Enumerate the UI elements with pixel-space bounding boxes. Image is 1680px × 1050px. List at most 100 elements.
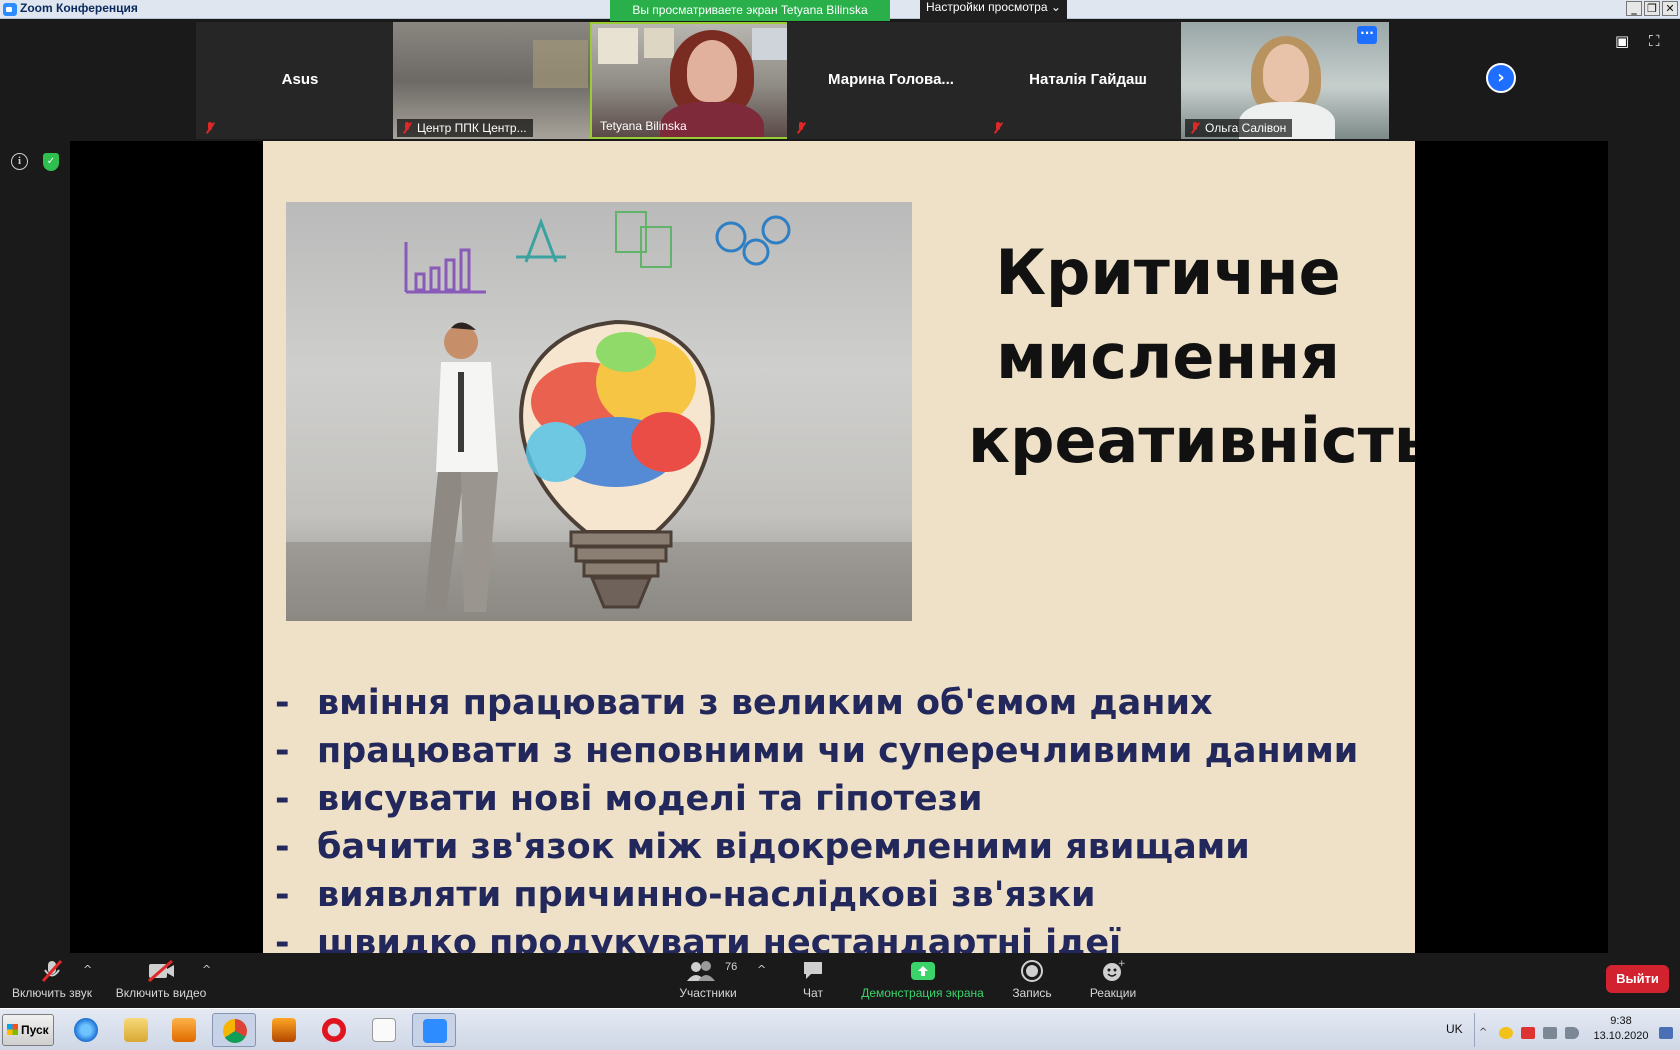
next-page-arrow-icon[interactable]: ›: [1486, 63, 1516, 93]
tray-flag-icon[interactable]: [1521, 1027, 1535, 1039]
tray-app-icon[interactable]: [1499, 1027, 1513, 1039]
language-indicator[interactable]: UK: [1446, 1022, 1463, 1036]
slide-title: Критичне мислення креативність: [968, 231, 1415, 483]
unmute-label: Включить звук: [11, 986, 93, 1000]
participant-label: Tetyana Bilinska: [600, 119, 687, 133]
participant-label: Ольга Салівон: [1185, 119, 1293, 137]
meeting-info-icon[interactable]: i: [11, 153, 28, 170]
participant-tile[interactable]: Центр ППК Центр...: [393, 22, 601, 139]
share-screen-label: Демонстрация экрана: [861, 986, 984, 1000]
record-label: Запись: [1012, 986, 1052, 1000]
participant-tile[interactable]: Марина Голова...: [787, 22, 995, 139]
media-player-icon: [172, 1018, 196, 1042]
view-options-dropdown[interactable]: Настройки просмотра ⌄: [920, 0, 1067, 21]
participant-name: Марина Голова...: [828, 71, 954, 88]
certificate-image: [644, 28, 674, 58]
gallery-layout-icon[interactable]: ▣: [1615, 32, 1629, 50]
bullet-dash: -: [275, 731, 290, 771]
participant-label-text: Ольга Салівон: [1205, 121, 1287, 135]
chat-bubble-icon: [788, 959, 838, 983]
clock-time: 9:38: [1610, 1015, 1632, 1027]
shared-screen: Критичне мислення креативність - вміння п…: [70, 141, 1608, 953]
slide-title-line: креативність: [968, 404, 1415, 477]
folder-icon: [124, 1018, 148, 1042]
zoom-logo-icon: [3, 3, 17, 16]
participant-label: [791, 119, 817, 137]
participant-tile[interactable]: Наталія Гайдаш: [984, 22, 1192, 139]
taskbar-app-orange[interactable]: [262, 1013, 306, 1047]
bullet-dash: -: [275, 683, 290, 723]
participants-label: Участники: [679, 986, 737, 1000]
share-screen-button[interactable]: Демонстрация экрана: [855, 959, 990, 1000]
taskbar-media-player[interactable]: [162, 1013, 206, 1047]
slide-title-line: мислення: [996, 320, 1340, 393]
share-screen-icon: [855, 959, 990, 983]
minimize-button[interactable]: _: [1626, 1, 1642, 16]
leave-meeting-button[interactable]: Выйти: [1606, 965, 1669, 993]
certificate-image: [752, 28, 788, 60]
taskbar-file-explorer[interactable]: [114, 1013, 158, 1047]
taskbar-opera[interactable]: [312, 1013, 356, 1047]
certificate-image: [598, 28, 638, 64]
mic-muted-icon: [402, 122, 412, 134]
taskbar-chrome[interactable]: [212, 1013, 256, 1047]
mic-muted-icon: [1190, 122, 1200, 134]
audio-options-caret-icon[interactable]: ^: [83, 963, 92, 976]
participants-caret-icon[interactable]: ^: [757, 963, 766, 976]
reactions-label: Реакции: [1089, 986, 1137, 1000]
taskbar-internet-explorer[interactable]: [64, 1013, 108, 1047]
more-options-button[interactable]: ···: [1357, 26, 1377, 44]
participants-count: 76: [725, 961, 738, 973]
bullet-dash: -: [275, 827, 290, 867]
mic-muted-icon: [205, 122, 215, 134]
participant-tile[interactable]: ··· Ольга Салівон: [1181, 22, 1389, 139]
tray-expand-icon[interactable]: ^: [1479, 1027, 1487, 1039]
participant-tile[interactable]: Asus: [196, 22, 404, 139]
bullet-dash: -: [275, 923, 290, 953]
participant-label-text: Центр ППК Центр...: [417, 121, 527, 135]
lightbulb-illustration: [286, 211, 912, 621]
tray-show-desktop-icon[interactable]: [1659, 1027, 1673, 1039]
meeting-toolbar: Включить звук ^ Включить видео ^ Участни…: [0, 953, 1680, 1008]
tray-volume-icon[interactable]: [1565, 1027, 1579, 1039]
slide-bullet: - висувати нові моделі та гіпотези: [275, 775, 1358, 823]
wall-frame-image: [533, 40, 588, 88]
clock-date: 13.10.2020: [1593, 1030, 1649, 1042]
presentation-slide: Критичне мислення креативність - вміння п…: [263, 141, 1415, 953]
tray-network-icon[interactable]: [1543, 1027, 1557, 1039]
system-clock[interactable]: 9:38 13.10.2020: [1585, 1014, 1657, 1044]
start-video-label: Включить видео: [115, 986, 207, 1000]
bullet-text: вміння працювати з великим об'ємом даних: [317, 683, 1213, 723]
internet-explorer-icon: [74, 1018, 98, 1042]
taskbar-zoom[interactable]: [412, 1013, 456, 1047]
video-off-icon: [113, 959, 209, 983]
record-button[interactable]: Запись: [1006, 959, 1058, 1000]
svg-text:+: +: [1118, 959, 1126, 969]
participant-name: Наталія Гайдаш: [1029, 71, 1147, 88]
participant-name: Asus: [281, 71, 319, 88]
participant-tile-active-speaker[interactable]: Tetyana Bilinska: [590, 22, 798, 139]
bullet-dash: -: [275, 875, 290, 915]
zoom-icon: [423, 1019, 447, 1043]
bullet-text: висувати нові моделі та гіпотези: [317, 779, 983, 819]
mic-muted-icon: [796, 122, 806, 134]
encryption-shield-icon[interactable]: ✓: [43, 153, 59, 171]
taskbar-document[interactable]: [362, 1013, 406, 1047]
video-options-caret-icon[interactable]: ^: [202, 963, 211, 976]
chat-button[interactable]: Чат: [788, 959, 838, 1000]
app-icon: [272, 1018, 296, 1042]
start-video-button[interactable]: Включить видео: [113, 959, 209, 1000]
close-button[interactable]: ✕: [1662, 1, 1678, 16]
maximize-button[interactable]: ❐: [1644, 1, 1660, 16]
os-taskbar: Пуск UK ^ 9:38 13.10.2020: [0, 1008, 1680, 1050]
participant-label: [200, 119, 226, 137]
fullscreen-icon[interactable]: ⛶: [1649, 32, 1660, 50]
reactions-button[interactable]: + Реакции: [1083, 959, 1143, 1000]
bullet-text: працювати з неповними чи суперечливими д…: [317, 731, 1359, 771]
window-title: Zoom Конференция: [20, 1, 138, 15]
participant-label: Центр ППК Центр...: [397, 119, 533, 137]
slide-bullet: - бачити зв'язок між відокремленими явища…: [275, 823, 1358, 871]
start-button[interactable]: Пуск: [2, 1014, 54, 1046]
slide-bullet: - вміння працювати з великим об'ємом дани…: [275, 679, 1358, 727]
bullet-text: виявляти причинно-наслідкові зв'язки: [317, 875, 1096, 915]
